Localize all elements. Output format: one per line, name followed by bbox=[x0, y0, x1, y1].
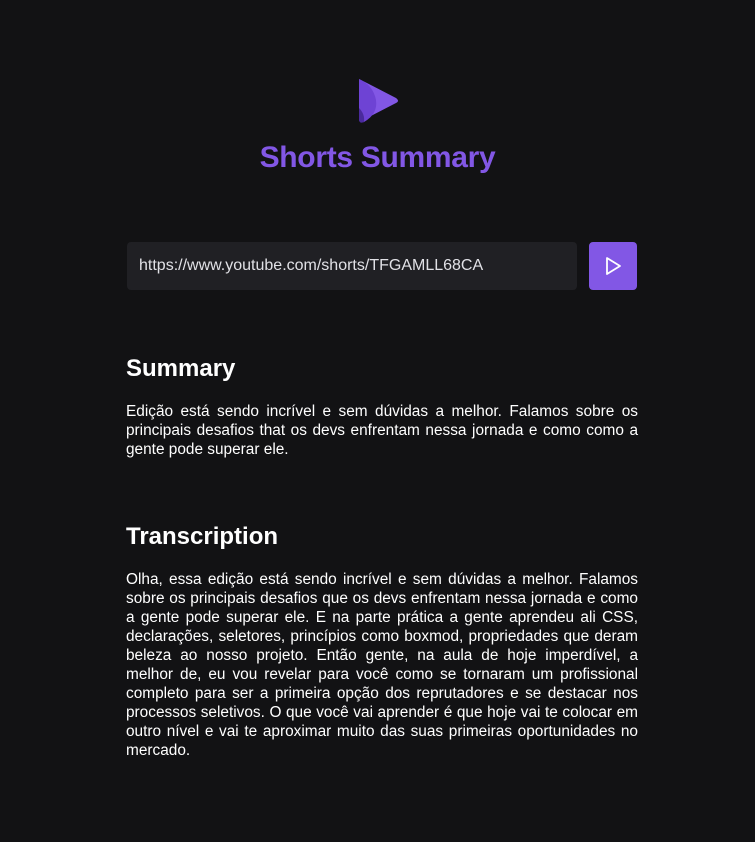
page-title: Shorts Summary bbox=[259, 141, 496, 174]
page-header: Shorts Summary bbox=[0, 76, 755, 176]
summary-form bbox=[127, 242, 637, 290]
transcription-text: Olha, essa edição está sendo incrível e … bbox=[126, 571, 638, 759]
summary-text: Edição está sendo incrível e sem dúvidas… bbox=[126, 403, 638, 458]
app-root: Shorts Summary Summary Edição está sendo… bbox=[0, 0, 755, 842]
transcription-title: Transcription bbox=[126, 523, 279, 550]
submit-button[interactable] bbox=[589, 242, 637, 290]
summary-section: Summary Edição está sendo incrível e sem… bbox=[126, 355, 638, 459]
transcription-section: Transcription Olha, essa edição está sen… bbox=[126, 523, 638, 760]
url-input[interactable] bbox=[127, 242, 577, 290]
summary-title: Summary bbox=[126, 355, 236, 382]
play-logo-icon bbox=[358, 79, 398, 123]
play-icon bbox=[606, 257, 621, 275]
